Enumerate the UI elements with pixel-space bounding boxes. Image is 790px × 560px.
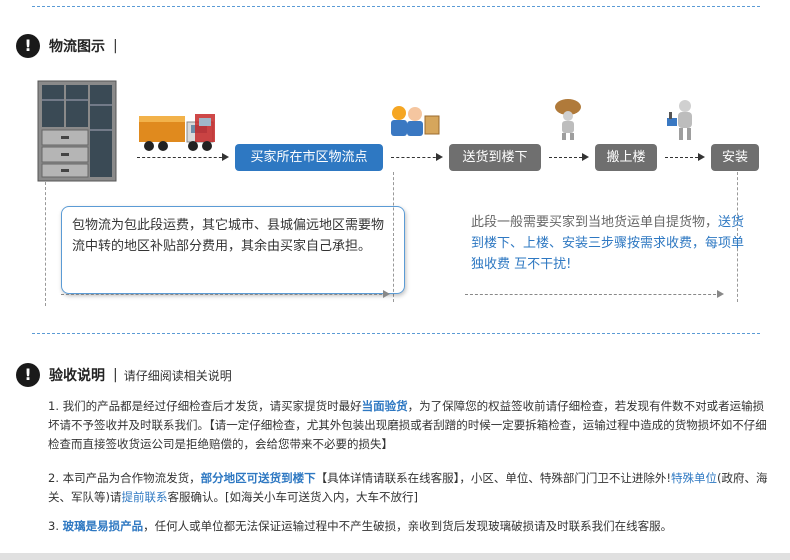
acceptance-item-2: 2. 本司产品为合作物流发货，部分地区可送货到楼下【具体详情请联系在线客服】，小… <box>48 469 773 507</box>
acceptance-item-2-contact-ahead: 提前联系 <box>121 490 168 504</box>
logistics-flow-diagram: 买家所在市区物流点 送货到楼下 搬上楼 安装 包物流为包此段运费，其它城市、县城… <box>37 78 759 306</box>
cabinet-icon <box>37 80 117 182</box>
step-deliver-downstairs: 送货到楼下 <box>449 144 541 171</box>
extra-service-note-text: 此段一般需要买家到当地货运单自提货物， <box>471 215 719 230</box>
flow-arrow-3 <box>549 153 589 161</box>
section-title-separator: | <box>113 367 118 383</box>
acceptance-item-2-highlight: 部分地区可送货到楼下 <box>200 471 316 485</box>
flow-arrow-4 <box>665 153 705 161</box>
top-divider <box>32 6 760 7</box>
acceptance-item-1-highlight: 当面验货 <box>361 399 408 413</box>
exclamation-icon: ! <box>16 34 40 58</box>
bottom-strip <box>0 553 790 560</box>
step-local-logistics-point: 买家所在市区物流点 <box>235 144 383 171</box>
acceptance-item-2-text-cont: 【具体详情请联系在线客服】，小区、单位、特殊部门门卫不让进除外! <box>315 471 671 485</box>
section-title-separator: | <box>113 38 118 54</box>
truck-icon <box>139 114 215 151</box>
acceptance-item-1-text: 1. 我们的产品都是经过仔细检查后才发货，请买家提货时最好 <box>48 399 362 413</box>
flow-bottom-arrow-right <box>465 290 724 298</box>
section-acceptance-title: 验收说明 <box>49 368 105 384</box>
acceptance-item-2-text-cont3: 客服确认。[如海关小车可送货入内，大车不放行] <box>167 490 418 504</box>
logistics-fee-note: 包物流为包此段运费，其它城市、县城偏远地区需要物流中转的地区补贴部分费用，其余由… <box>61 206 405 294</box>
flow-guide-left <box>45 182 46 306</box>
acceptance-item-3: 3. 玻璃是易损产品，任何人或单位都无法保证运输过程中不产生破损，亲收到货后发现… <box>48 517 773 536</box>
extra-service-note: 此段一般需要买家到当地货运单自提货物，送货到楼下、上楼、安装三步骤按需求收费，每… <box>471 212 751 275</box>
installer-person-icon <box>667 100 692 140</box>
section-logistics-header: ! 物流图示 | <box>16 34 118 58</box>
flow-arrow-1 <box>137 153 229 161</box>
acceptance-item-2-text: 2. 本司产品为合作物流发货， <box>48 471 201 485</box>
flow-arrow-2 <box>391 153 443 161</box>
section-acceptance-header: ! 验收说明 | 请仔细阅读相关说明 <box>16 363 232 387</box>
acceptance-item-3-highlight: 玻璃是易损产品 <box>62 519 144 533</box>
acceptance-item-3-text: ，任何人或单位都无法保证运输过程中不产生破损，亲收到货后发现玻璃破损请及时联系我… <box>143 519 673 533</box>
acceptance-item-1: 1. 我们的产品都是经过仔细检查后才发货，请买家提货时最好当面验货，为了保障您的… <box>48 397 773 454</box>
section-logistics-title: 物流图示 <box>49 39 105 55</box>
step-carry-upstairs: 搬上楼 <box>595 144 657 171</box>
workers-icon <box>391 106 440 136</box>
exclamation-icon: ! <box>16 363 40 387</box>
section-acceptance-subtitle: 请仔细阅读相关说明 <box>123 368 232 383</box>
carrying-person-icon <box>555 99 581 140</box>
flow-bottom-arrow-left <box>61 290 390 298</box>
middle-divider <box>32 333 760 334</box>
acceptance-item-3-prefix: 3. <box>48 519 63 533</box>
step-install: 安装 <box>711 144 759 171</box>
acceptance-item-2-special-units: 特殊单位 <box>671 471 717 485</box>
